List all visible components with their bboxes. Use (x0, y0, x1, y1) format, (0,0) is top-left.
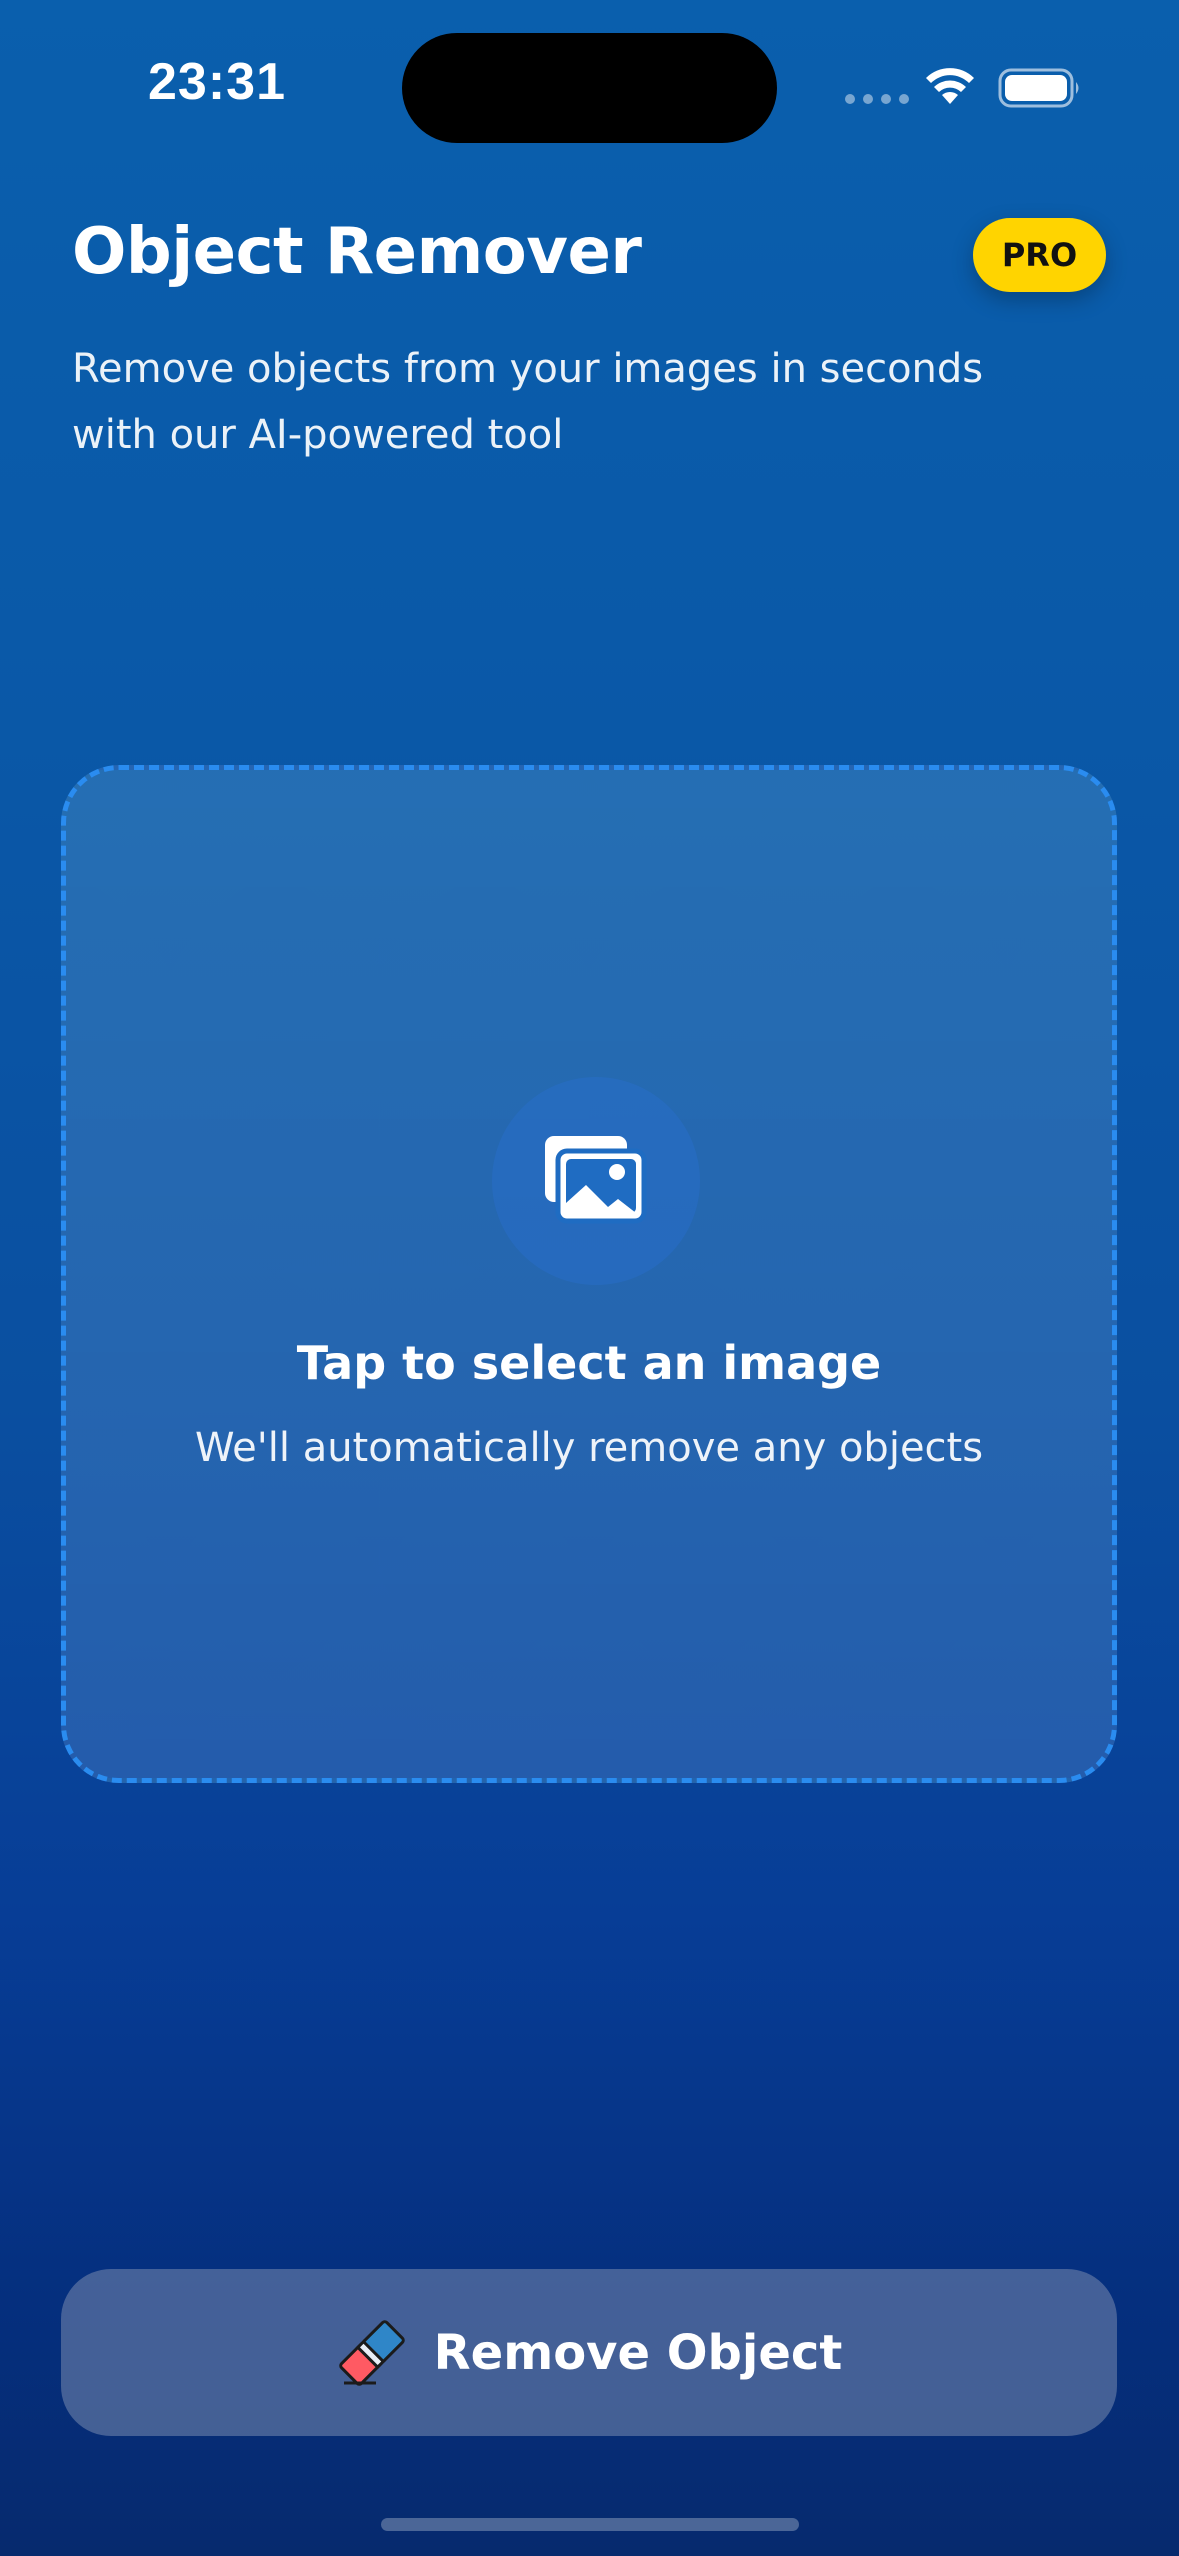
dropzone-title: Tap to select an image (296, 1336, 882, 1390)
subtitle-line-2: with our AI-powered tool (72, 412, 564, 458)
page-subtitle: Remove objects from your images in secon… (72, 336, 1072, 468)
cellular-signal-icon (845, 94, 909, 104)
home-indicator[interactable] (381, 2518, 799, 2531)
image-icon-container (492, 1077, 700, 1285)
app-screen: 23:31 Object Remover PRO Remove objects … (0, 0, 1179, 2556)
image-picker-dropzone[interactable]: Tap to select an image We'll automatical… (61, 765, 1117, 1783)
subtitle-line-1: Remove objects from your images in secon… (72, 346, 984, 392)
dynamic-island (402, 33, 777, 143)
dropzone-subtitle: We'll automatically remove any objects (194, 1425, 984, 1471)
remove-object-label: Remove Object (433, 2324, 843, 2381)
remove-object-button[interactable]: Remove Object (61, 2269, 1117, 2436)
wifi-icon (926, 68, 974, 104)
battery-icon (998, 68, 1079, 108)
pro-badge[interactable]: PRO (973, 218, 1106, 292)
status-time: 23:31 (148, 53, 286, 111)
eraser-icon (338, 2319, 405, 2386)
page-title: Object Remover (72, 215, 642, 289)
image-icon (545, 1136, 647, 1224)
